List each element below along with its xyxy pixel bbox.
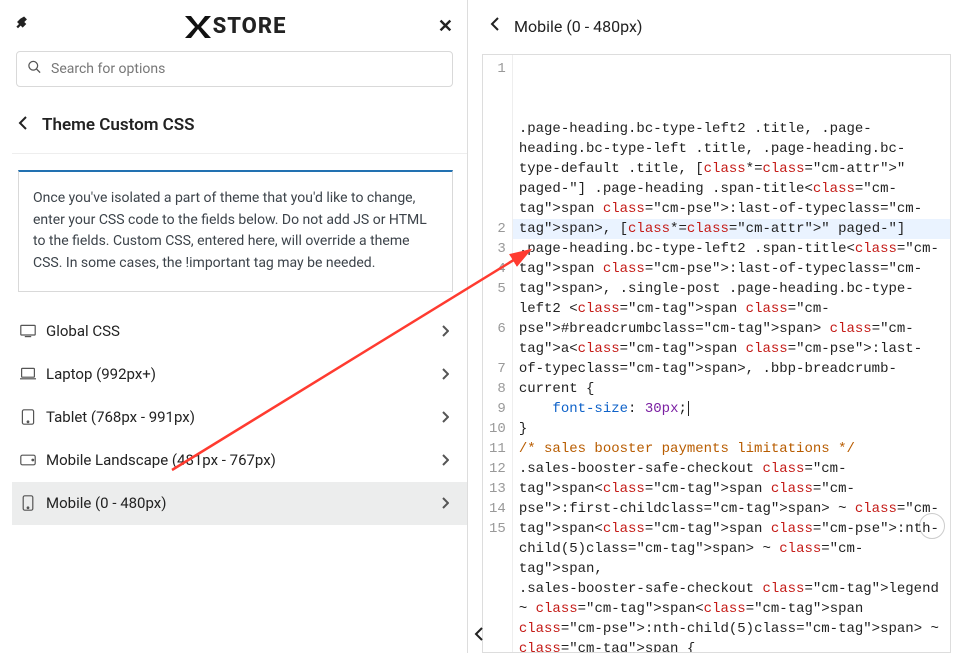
brand-logo: STORE <box>185 14 287 39</box>
back-icon[interactable] <box>18 115 28 135</box>
device-icon <box>20 367 36 381</box>
css-scope-item-global[interactable]: Global CSS <box>12 310 467 353</box>
chevron-right-icon <box>441 365 449 384</box>
section-header: Theme Custom CSS <box>12 101 467 154</box>
search-icon <box>27 60 42 79</box>
collapse-panel-icon[interactable] <box>468 621 490 647</box>
right-back-icon[interactable] <box>490 16 500 36</box>
left-header: STORE ✕ <box>12 0 467 51</box>
device-icon <box>20 410 36 424</box>
chevron-right-icon <box>441 494 449 513</box>
help-text: Once you've isolated a part of theme tha… <box>18 170 453 292</box>
css-scope-item-mobland[interactable]: Mobile Landscape (481px - 767px) <box>12 439 467 482</box>
device-icon <box>20 324 36 338</box>
editor-gutter: 123456789101112131415 <box>483 55 513 652</box>
editor-code[interactable]: .page-heading.bc-type-left2 .title, .pag… <box>513 55 950 652</box>
section-title: Theme Custom CSS <box>42 115 195 135</box>
device-icon <box>20 496 36 510</box>
chevron-right-icon <box>441 451 449 470</box>
pin-icon[interactable] <box>16 16 32 36</box>
device-icon <box>20 453 36 467</box>
css-scope-label: Mobile (0 - 480px) <box>46 494 166 512</box>
left-panel: STORE ✕ Search for options Theme Custom … <box>0 0 468 653</box>
css-scope-label: Laptop (992px+) <box>46 365 156 383</box>
search-row: Search for options <box>12 51 467 101</box>
css-scope-item-mobile[interactable]: Mobile (0 - 480px) <box>12 482 467 525</box>
right-header: Mobile (0 - 480px) <box>472 0 961 54</box>
right-title: Mobile (0 - 480px) <box>514 17 643 36</box>
brand-x-icon <box>185 16 211 38</box>
css-scope-item-laptop[interactable]: Laptop (992px+) <box>12 353 467 396</box>
brand-text: STORE <box>213 14 287 39</box>
chevron-right-icon <box>441 408 449 427</box>
css-scope-list: Global CSS Laptop (992px+) Tablet (768px -… <box>12 310 467 525</box>
right-panel: Mobile (0 - 480px) 123456789101112131415… <box>468 0 961 653</box>
css-scope-label: Mobile Landscape (481px - 767px) <box>46 451 276 469</box>
css-scope-label: Tablet (768px - 991px) <box>46 408 195 426</box>
css-editor[interactable]: 123456789101112131415 .page-heading.bc-t… <box>482 54 951 653</box>
search-placeholder: Search for options <box>51 61 165 77</box>
css-scope-item-tablet[interactable]: Tablet (768px - 991px) <box>12 396 467 439</box>
search-input[interactable]: Search for options <box>16 51 453 87</box>
close-icon[interactable]: ✕ <box>438 16 453 37</box>
chevron-right-icon <box>441 322 449 341</box>
css-scope-label: Global CSS <box>46 322 120 340</box>
